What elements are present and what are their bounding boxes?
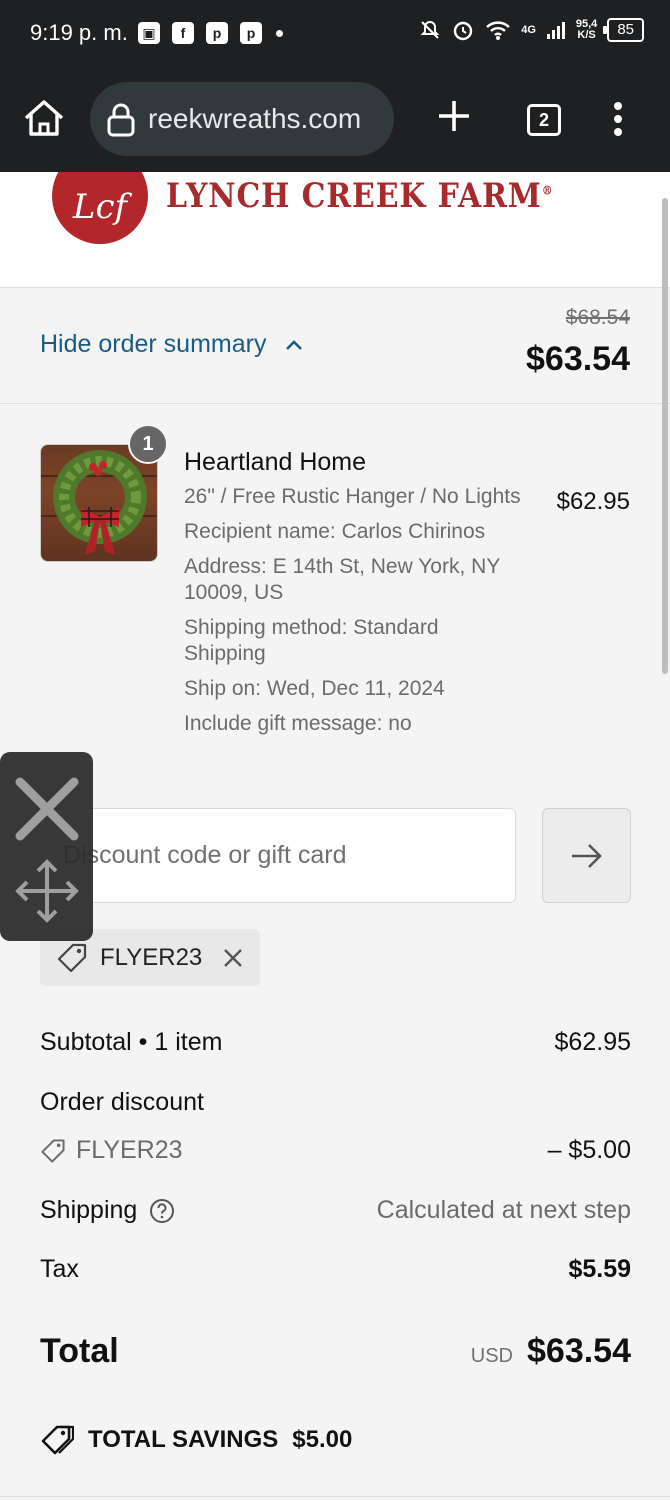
- pinterest-icon: p: [206, 22, 228, 44]
- discount-code-input[interactable]: Discount code or gift card: [40, 808, 516, 903]
- savings-label: TOTAL SAVINGS: [88, 1426, 279, 1453]
- gift-message: Include gift message: no: [184, 712, 412, 735]
- discount-placeholder: Discount code or gift card: [63, 841, 347, 869]
- total-row: Total USD $63.54: [40, 1332, 631, 1371]
- savings-value: $5.00: [292, 1426, 353, 1453]
- tab-switcher-button[interactable]: 2: [527, 104, 561, 136]
- ship-date: Ship on: Wed, Dec 11, 2024: [184, 677, 445, 700]
- browser-toolbar: reekwreaths.com 2: [0, 68, 670, 172]
- order-discount-row: Order discount: [40, 1088, 631, 1117]
- close-icon[interactable]: [14, 776, 80, 842]
- subtotal-value: $62.95: [554, 1028, 631, 1056]
- help-icon[interactable]: [149, 1198, 175, 1224]
- lock-icon[interactable]: [106, 102, 136, 138]
- applied-code: FLYER23: [100, 943, 203, 971]
- mute-icon: [420, 20, 440, 39]
- tax-value: $5.59: [568, 1255, 631, 1283]
- wifi-icon: [486, 21, 511, 40]
- order-summary-toggle: Hide order summary $68.54 $63.54: [0, 288, 670, 404]
- battery-indicator: 85: [603, 18, 644, 42]
- total-value: $63.54: [527, 1332, 631, 1370]
- page-scrollbar[interactable]: [662, 198, 668, 674]
- menu-icon[interactable]: [608, 102, 628, 141]
- arrow-right-icon: [571, 843, 602, 868]
- signal-icon: [546, 22, 565, 39]
- product-details: 26" / Free Rustic Hanger / No Lights Rec…: [184, 484, 524, 746]
- tag-icon: [57, 943, 87, 972]
- current-price: $63.54: [526, 340, 630, 378]
- product-variant: 26" / Free Rustic Hanger / No Lights: [184, 485, 521, 508]
- new-tab-icon[interactable]: [436, 98, 472, 134]
- subtotal-label: Subtotal • 1 item: [40, 1028, 223, 1056]
- total-label: Total: [40, 1332, 119, 1370]
- tag-icon: [41, 1138, 65, 1163]
- brand-name[interactable]: LYNCH CREEK FARM®: [166, 176, 553, 216]
- network-speed: 95,4 K/S: [575, 18, 598, 41]
- subtotal-row: Subtotal • 1 item $62.95: [40, 1028, 631, 1057]
- status-time: 9:19 p. m.: [30, 20, 128, 45]
- original-price: $68.54: [565, 306, 630, 329]
- discount-code-label: FLYER23: [40, 1136, 183, 1165]
- shipping-value: Calculated at next step: [376, 1196, 631, 1224]
- hide-order-summary-button[interactable]: Hide order summary: [40, 330, 304, 359]
- address-bar[interactable]: reekwreaths.com: [90, 82, 394, 156]
- recipient-address: Address: E 14th St, New York, NY 10009, …: [184, 555, 500, 604]
- facebook-icon: f: [172, 22, 194, 44]
- pinterest-icon-2: p: [240, 22, 262, 44]
- tax-row: Tax $5.59: [40, 1255, 631, 1284]
- contacts-app-icon: ▣: [138, 22, 160, 44]
- alarm-icon: [454, 21, 473, 41]
- discount-code-row: FLYER23 – $5.00: [40, 1136, 631, 1165]
- tax-label: Tax: [40, 1255, 79, 1283]
- product-name: Heartland Home: [184, 448, 367, 476]
- remove-discount-icon[interactable]: [222, 947, 244, 969]
- apply-discount-button[interactable]: [542, 808, 631, 903]
- recipient-name: Recipient name: Carlos Chirinos: [184, 520, 486, 543]
- brand-logo[interactable]: Lcf: [52, 172, 148, 244]
- network-type: 4G: [521, 23, 536, 36]
- shipping-method: Shipping method: Standard Shipping: [184, 616, 439, 665]
- shipping-label: Shipping: [40, 1196, 175, 1225]
- status-right: 4G 95,4 K/S 85: [419, 18, 644, 42]
- status-bar: 9:19 p. m. ▣ f p p 4G 95,4 K/S 85: [0, 0, 670, 68]
- currency-code: USD: [470, 1345, 513, 1367]
- order-discount-label: Order discount: [40, 1088, 204, 1116]
- savings-tag-icon: [41, 1425, 74, 1455]
- discount-value: – $5.00: [547, 1136, 631, 1164]
- home-icon[interactable]: [22, 98, 66, 138]
- total-amount-group: USD $63.54: [471, 1332, 631, 1371]
- more-notifications-dot: [276, 29, 283, 37]
- shipping-row: Shipping Calculated at next step: [40, 1196, 631, 1225]
- url-text[interactable]: reekwreaths.com: [148, 103, 361, 135]
- floating-screenshot-tool[interactable]: [0, 752, 93, 941]
- chevron-up-icon: [286, 339, 303, 350]
- total-savings: TOTAL SAVINGS $5.00: [40, 1424, 352, 1456]
- quantity-badge: 1: [128, 424, 168, 464]
- notification-icons: ▣ f p p: [138, 22, 283, 44]
- product-price: $62.95: [556, 488, 630, 515]
- move-icon[interactable]: [14, 858, 80, 924]
- site-header: Lcf LYNCH CREEK FARM®: [0, 172, 670, 288]
- divider: [0, 1496, 670, 1497]
